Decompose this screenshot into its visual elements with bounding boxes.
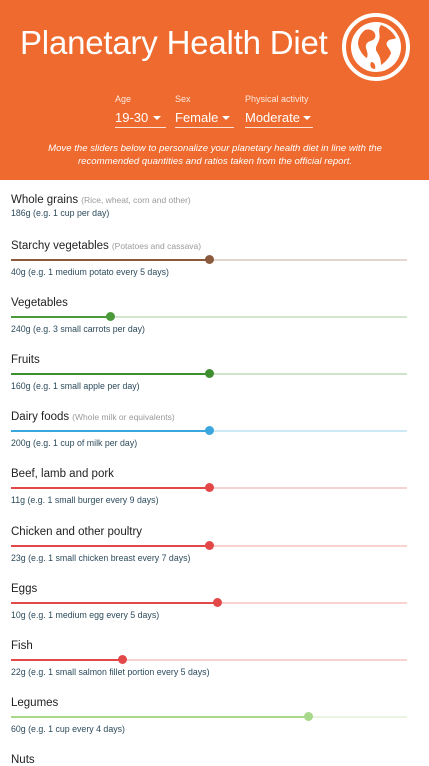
slider-fill xyxy=(11,316,110,318)
food-name-label: Nuts xyxy=(11,754,35,766)
age-value: 19-30 xyxy=(115,110,149,125)
slider-thumb[interactable] xyxy=(205,369,214,378)
food-name-label: Legumes xyxy=(11,697,59,709)
food-name-label: Vegetables xyxy=(11,297,68,309)
slider-thumb[interactable] xyxy=(205,255,214,264)
food-slider[interactable] xyxy=(11,712,407,721)
slider-fill xyxy=(11,373,209,375)
food-note: (Potatoes and cassava) xyxy=(111,241,202,251)
food-name: Beef, lamb and pork xyxy=(11,468,114,480)
activity-value: Moderate xyxy=(245,110,300,125)
slider-thumb[interactable] xyxy=(117,655,127,664)
food-name-label: Dairy foods xyxy=(11,411,70,423)
food-name: Nuts xyxy=(11,754,35,766)
chevron-down-icon xyxy=(303,116,311,120)
food-amount: 11g (e.g. 1 small burger every 9 days) xyxy=(11,495,159,505)
food-name-label: Fruits xyxy=(11,354,40,366)
slider-fill xyxy=(11,602,217,604)
food-slider[interactable] xyxy=(11,483,407,492)
slider-thumb[interactable] xyxy=(205,426,214,435)
slider-fill xyxy=(11,430,209,432)
food-name-label: Whole grains xyxy=(11,194,79,206)
food-slider[interactable] xyxy=(11,541,407,550)
food-amount: 60g (e.g. 1 cup every 4 days) xyxy=(11,724,125,734)
food-name: Eggs xyxy=(11,583,37,595)
food-name: Fish xyxy=(11,640,33,652)
food-slider[interactable] xyxy=(11,655,407,664)
food-amount: 240g (e.g. 3 small carrots per day) xyxy=(11,324,145,334)
slider-thumb[interactable] xyxy=(106,312,115,321)
sex-label: Sex xyxy=(175,94,191,104)
food-slider[interactable] xyxy=(11,426,407,435)
food-amount: 22g (e.g. 1 small salmon fillet portion … xyxy=(11,667,210,677)
food-name: Fruits xyxy=(11,354,40,366)
activity-select[interactable]: Physical activity Moderate xyxy=(245,94,313,128)
header: Planetary Health Diet Age 19-30 Sex Fema… xyxy=(0,0,429,180)
food-name-label: Fish xyxy=(11,640,33,652)
food-amount: 40g (e.g. 1 medium potato every 5 days) xyxy=(11,267,169,277)
food-name: Starchy vegetables (Potatoes and cassava) xyxy=(11,240,201,252)
sex-value: Female xyxy=(175,110,219,125)
activity-label: Physical activity xyxy=(245,94,309,104)
food-amount: 160g (e.g. 1 small apple per day) xyxy=(11,381,140,391)
food-name-label: Beef, lamb and pork xyxy=(11,468,114,480)
food-name: Legumes xyxy=(11,697,58,709)
food-amount: 23g (e.g. 1 small chicken breast every 7… xyxy=(11,553,191,563)
age-label: Age xyxy=(115,94,132,104)
slider-thumb[interactable] xyxy=(205,541,214,550)
slider-fill xyxy=(11,716,308,718)
slider-thumb[interactable] xyxy=(205,483,214,492)
food-name-label: Eggs xyxy=(11,583,38,595)
slider-fill xyxy=(11,659,122,661)
slider-thumb[interactable] xyxy=(304,712,313,721)
food-slider[interactable] xyxy=(11,598,407,607)
food-amount: 186g (e.g. 1 cup per day) xyxy=(11,208,110,218)
food-name: Vegetables xyxy=(11,297,68,309)
page-title: Planetary Health Diet xyxy=(20,24,328,61)
food-name: Whole grains (Rice, wheat, corn and other… xyxy=(11,194,191,206)
age-select[interactable]: Age 19-30 xyxy=(115,94,166,128)
food-slider[interactable] xyxy=(11,255,407,264)
globe-icon xyxy=(342,13,410,81)
slider-fill xyxy=(11,545,209,547)
slider-fill xyxy=(11,259,209,261)
food-slider[interactable] xyxy=(11,312,407,321)
food-name-label: Chicken and other poultry xyxy=(11,526,143,538)
chevron-down-icon xyxy=(153,116,161,120)
food-amount: 10g (e.g. 1 medium egg every 5 days) xyxy=(11,610,160,620)
food-name-label: Starchy vegetables xyxy=(11,240,109,252)
food-note: (Whole milk or equivalents) xyxy=(72,412,175,422)
food-name: Dairy foods (Whole milk or equivalents) xyxy=(11,411,175,423)
food-name: Chicken and other poultry xyxy=(11,526,142,538)
food-note: (Rice, wheat, corn and other) xyxy=(81,195,191,205)
slider-thumb[interactable] xyxy=(212,598,222,607)
chevron-down-icon xyxy=(222,116,230,120)
intro-text: Move the sliders below to personalize yo… xyxy=(48,143,382,167)
food-amount: 200g (e.g. 1 cup of milk per day) xyxy=(11,438,138,448)
sex-select[interactable]: Sex Female xyxy=(175,94,234,128)
slider-fill xyxy=(11,487,209,489)
food-slider[interactable] xyxy=(11,369,407,378)
